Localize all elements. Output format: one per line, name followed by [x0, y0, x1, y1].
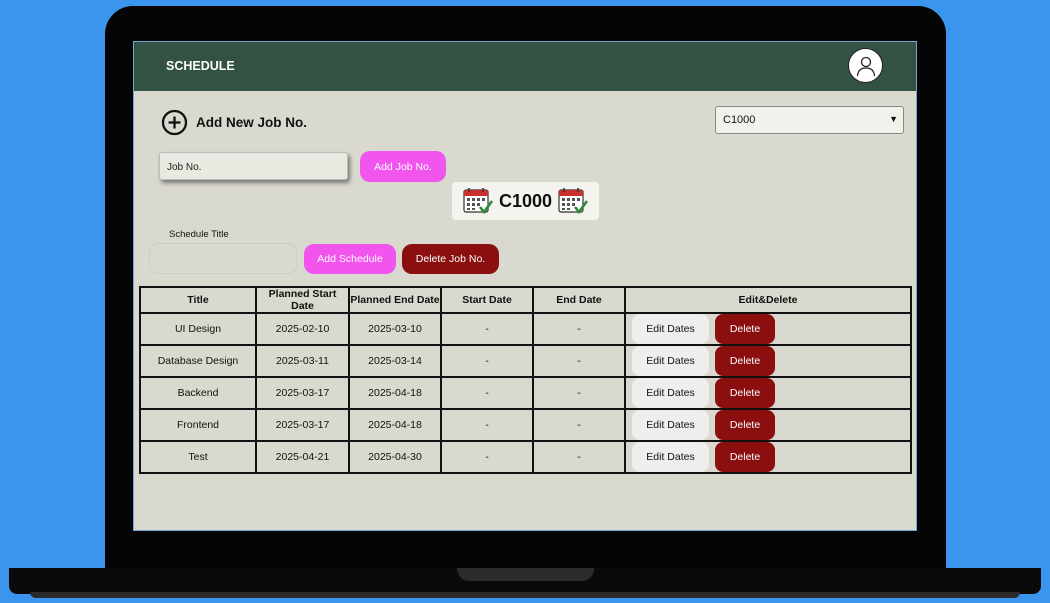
table-row: Frontend 2025-03-17 2025-04-18 - - Edit … [139, 408, 912, 442]
cell-title: UI Design [139, 312, 257, 346]
cell-start-date: - [440, 408, 534, 442]
cell-end-date: - [532, 376, 626, 410]
cell-actions: Edit Dates Delete [624, 344, 912, 378]
current-job-code: C1000 [498, 190, 553, 211]
cell-start-date: - [440, 312, 534, 346]
job-select-value: C1000 [723, 114, 756, 126]
cell-planned-end: 2025-04-18 [348, 376, 442, 410]
schedule-table: Title Planned Start Date Planned End Dat… [139, 286, 912, 474]
table-header-row: Title Planned Start Date Planned End Dat… [139, 286, 912, 314]
delete-job-button[interactable]: Delete Job No. [402, 244, 499, 274]
cell-actions: Edit Dates Delete [624, 312, 912, 346]
user-avatar-icon[interactable] [848, 48, 883, 83]
delete-row-button[interactable]: Delete [715, 378, 775, 408]
edit-dates-button[interactable]: Edit Dates [632, 378, 709, 408]
delete-row-button[interactable]: Delete [715, 314, 775, 344]
delete-row-button[interactable]: Delete [715, 442, 775, 472]
cell-end-date: - [532, 440, 626, 474]
table-row: Backend 2025-03-17 2025-04-18 - - Edit D… [139, 376, 912, 410]
job-number-input[interactable]: Job No. [159, 152, 348, 180]
cell-title: Backend [139, 376, 257, 410]
schedule-title-label: Schedule Title [169, 229, 229, 240]
cell-start-date: - [440, 344, 534, 378]
header-planned-start: Planned Start Date [255, 286, 350, 314]
cell-end-date: - [532, 312, 626, 346]
current-job-badge: C1000 [452, 182, 599, 220]
cell-planned-end: 2025-04-30 [348, 440, 442, 474]
cell-planned-start: 2025-04-21 [255, 440, 350, 474]
cell-end-date: - [532, 408, 626, 442]
calendar-check-icon [463, 188, 493, 215]
header-title: Title [139, 286, 257, 314]
add-job-row: Add New Job No. [161, 109, 307, 136]
edit-dates-button[interactable]: Edit Dates [632, 314, 709, 344]
app-title: SCHEDULE [166, 59, 235, 73]
app-header: SCHEDULE [134, 42, 916, 91]
table-row: UI Design 2025-02-10 2025-03-10 - - Edit… [139, 312, 912, 346]
cell-end-date: - [532, 344, 626, 378]
cell-actions: Edit Dates Delete [624, 408, 912, 442]
cell-title: Test [139, 440, 257, 474]
edit-dates-button[interactable]: Edit Dates [632, 346, 709, 376]
cell-title: Database Design [139, 344, 257, 378]
table-row: Test 2025-04-21 2025-04-30 - - Edit Date… [139, 440, 912, 474]
header-edit-delete: Edit&Delete [624, 286, 912, 314]
cell-planned-end: 2025-04-18 [348, 408, 442, 442]
add-schedule-button[interactable]: Add Schedule [304, 244, 396, 274]
app-screen: SCHEDULE Add New Job No. C1000 ▼ Job No.… [133, 41, 917, 531]
cell-start-date: - [440, 440, 534, 474]
cell-actions: Edit Dates Delete [624, 440, 912, 474]
chevron-down-icon: ▼ [889, 114, 898, 124]
table-row: Database Design 2025-03-11 2025-03-14 - … [139, 344, 912, 378]
cell-start-date: - [440, 376, 534, 410]
cell-planned-start: 2025-03-11 [255, 344, 350, 378]
delete-row-button[interactable]: Delete [715, 346, 775, 376]
calendar-check-icon [558, 188, 589, 215]
cell-title: Frontend [139, 408, 257, 442]
header-end-date: End Date [532, 286, 626, 314]
cell-actions: Edit Dates Delete [624, 376, 912, 410]
header-start-date: Start Date [440, 286, 534, 314]
cell-planned-start: 2025-03-17 [255, 376, 350, 410]
add-job-heading: Add New Job No. [196, 115, 307, 130]
cell-planned-end: 2025-03-10 [348, 312, 442, 346]
plus-circle-icon[interactable] [161, 109, 188, 136]
schedule-title-input[interactable] [149, 243, 297, 274]
laptop-base-shadow [30, 592, 1020, 598]
job-number-select[interactable]: C1000 ▼ [715, 106, 904, 134]
cell-planned-start: 2025-02-10 [255, 312, 350, 346]
cell-planned-start: 2025-03-17 [255, 408, 350, 442]
edit-dates-button[interactable]: Edit Dates [632, 410, 709, 440]
edit-dates-button[interactable]: Edit Dates [632, 442, 709, 472]
cell-planned-end: 2025-03-14 [348, 344, 442, 378]
job-input-placeholder: Job No. [167, 162, 202, 173]
add-job-button[interactable]: Add Job No. [360, 151, 446, 182]
delete-row-button[interactable]: Delete [715, 410, 775, 440]
laptop-notch [457, 568, 594, 581]
header-planned-end: Planned End Date [348, 286, 442, 314]
